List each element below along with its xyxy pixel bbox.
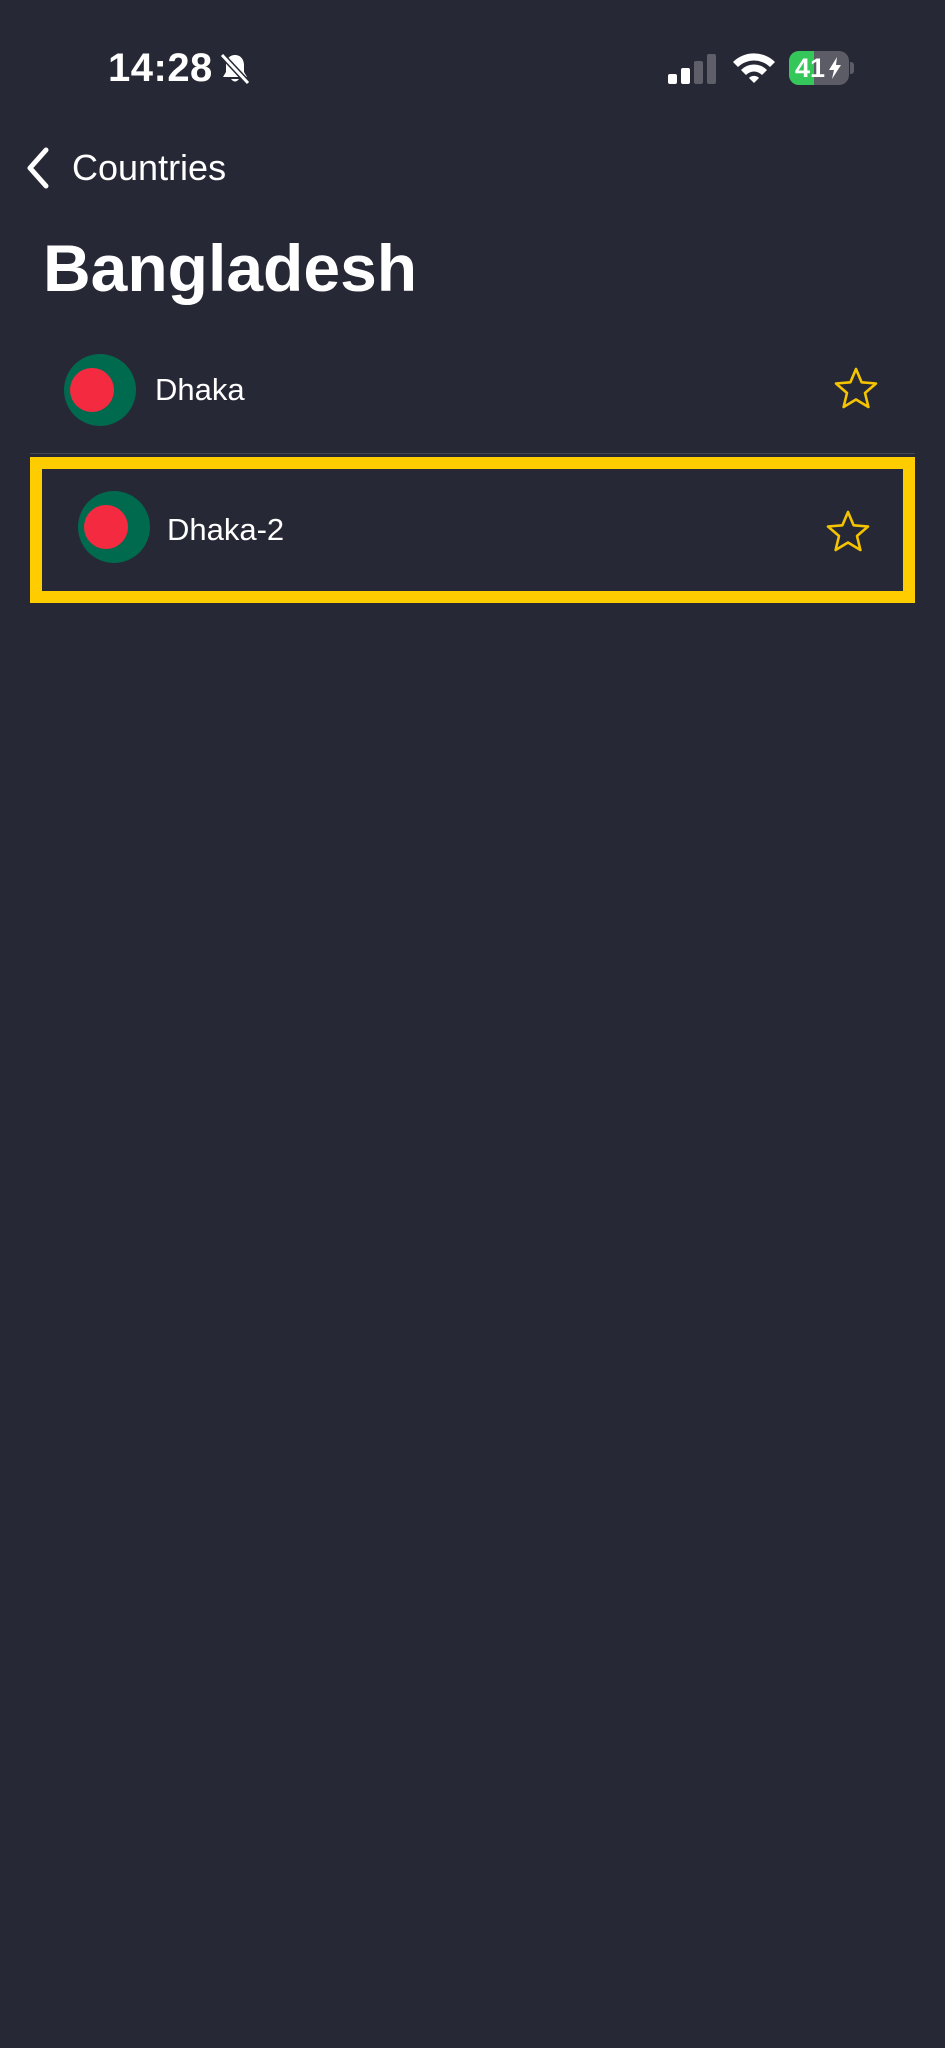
server-row-dhaka-2[interactable]: Dhaka-2 — [30, 457, 915, 603]
star-outline-icon[interactable] — [833, 366, 879, 410]
bell-slash-icon — [219, 52, 251, 86]
bangladesh-flag-icon — [78, 491, 150, 563]
star-outline-icon[interactable] — [825, 509, 871, 553]
status-bar: 14:28 41 — [0, 0, 945, 140]
back-button[interactable]: Countries — [24, 140, 226, 196]
wifi-icon — [733, 53, 775, 83]
status-time: 14:28 — [108, 46, 213, 90]
battery-charging-icon: 41 — [789, 51, 854, 85]
back-button-label: Countries — [72, 147, 227, 188]
server-list: Dhaka Dhaka-2 — [30, 340, 915, 603]
battery-level: 41 — [795, 53, 826, 83]
charging-bolt-icon — [829, 57, 841, 79]
server-name: Dhaka — [155, 372, 245, 407]
bangladesh-flag-icon — [64, 354, 136, 426]
page-title: Bangladesh — [43, 231, 418, 305]
server-row-dhaka[interactable]: Dhaka — [30, 340, 915, 454]
chevron-left-icon — [27, 147, 49, 189]
cellular-signal-icon — [668, 54, 716, 84]
server-name: Dhaka-2 — [167, 512, 285, 547]
